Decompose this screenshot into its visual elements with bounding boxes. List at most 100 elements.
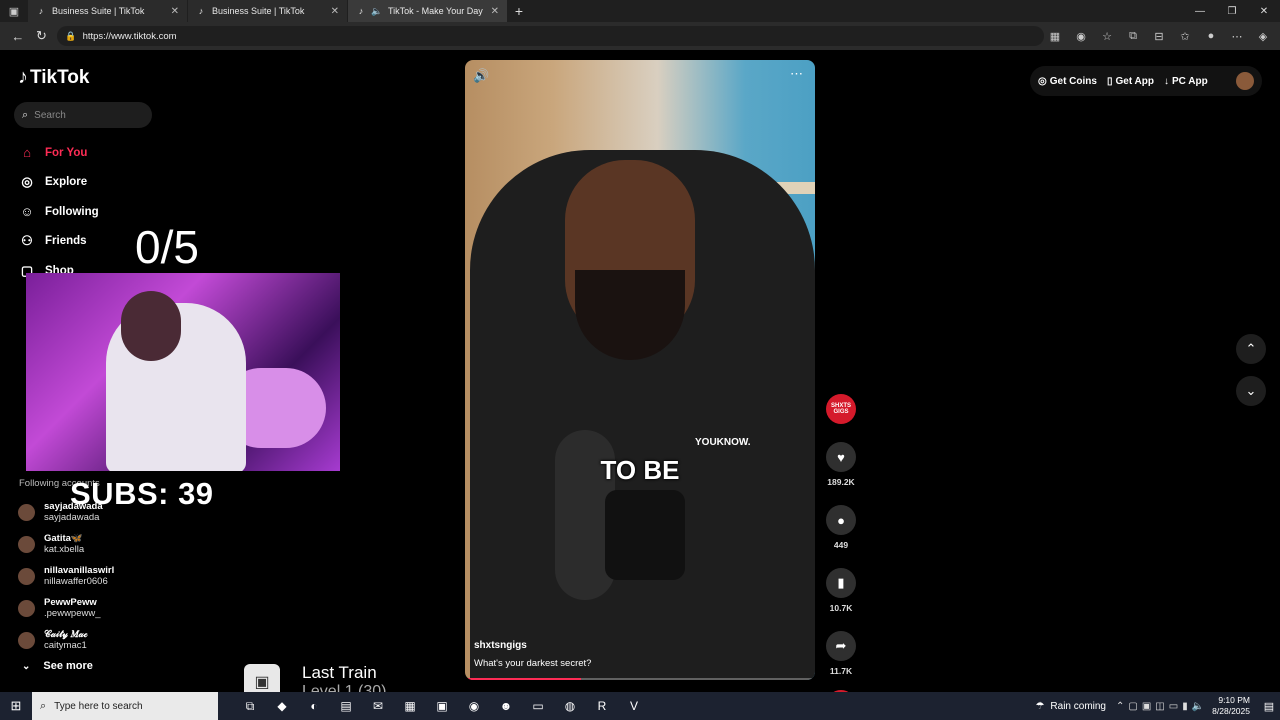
app-icon[interactable]: ◆ bbox=[270, 694, 294, 718]
sidebar-item-label: Following bbox=[45, 205, 99, 218]
get-coins-button[interactable]: ◎ Get Coins bbox=[1038, 76, 1097, 87]
search-placeholder: Search bbox=[34, 109, 66, 121]
list-item[interactable]: sayjadawada sayjadawada bbox=[18, 496, 168, 528]
video-author[interactable]: shxtsngigs bbox=[474, 640, 527, 651]
search-input[interactable]: ⌕ Search bbox=[14, 102, 152, 128]
tracking-icon[interactable]: ◉ bbox=[1070, 26, 1092, 46]
chevron-down-icon: ⌄ bbox=[22, 660, 31, 672]
back-icon[interactable]: ← bbox=[6, 24, 30, 48]
tab-tiktok-make-your-day[interactable]: ♪ 🔈 TikTok - Make Your Day ✕ bbox=[348, 0, 508, 22]
close-icon[interactable]: ✕ bbox=[331, 6, 339, 17]
outlook-icon[interactable]: ✉ bbox=[366, 694, 390, 718]
video-player[interactable]: 🔊 ⋯ YOUKNOW. TO BE shxtsngigs What's you… bbox=[465, 60, 815, 680]
more-options-icon[interactable]: ⋯ bbox=[790, 66, 803, 82]
app-icon[interactable]: R bbox=[590, 694, 614, 718]
user-follow-icon: ☺ bbox=[20, 204, 34, 220]
list-item[interactable]: 𝒞𝒶𝒾𝓉𝓎 𝑀𝒶𝒸 caitymac1 bbox=[18, 624, 168, 656]
close-window-icon[interactable]: ✕ bbox=[1248, 0, 1280, 22]
list-item[interactable]: Gatita🦋 kat.xbella bbox=[18, 528, 168, 560]
pc-app-button[interactable]: ↓ PC App bbox=[1164, 76, 1208, 87]
windows-start-icon[interactable]: ⊞ bbox=[0, 698, 32, 714]
taskbar-search-input[interactable]: ⌕ Type here to search bbox=[32, 692, 218, 720]
chevron-up-icon[interactable]: ⌃ bbox=[1116, 701, 1124, 712]
previous-video-button[interactable]: ⌃ bbox=[1236, 334, 1266, 364]
chrome-icon[interactable]: ◉ bbox=[462, 694, 486, 718]
sidebar-item-for-you[interactable]: ⌂ For You bbox=[18, 138, 158, 168]
list-item[interactable]: PewwPeww .pewwpeww_ bbox=[18, 592, 168, 624]
copilot-icon[interactable]: ◈ bbox=[1252, 26, 1274, 46]
phone-shape bbox=[605, 490, 685, 580]
favorites-icon[interactable]: ✩ bbox=[1174, 26, 1196, 46]
tab-actions-icon[interactable]: ▣ bbox=[0, 0, 28, 22]
list-item[interactable]: nillavanillaswirl nillawaffer0606 bbox=[18, 560, 168, 592]
next-video-button[interactable]: ⌄ bbox=[1236, 376, 1266, 406]
search-icon: ⌕ bbox=[40, 699, 47, 712]
tray-icon[interactable]: ▢ bbox=[1128, 701, 1137, 712]
close-icon[interactable]: ✕ bbox=[171, 6, 179, 17]
get-app-button[interactable]: ▯ Get App bbox=[1107, 76, 1154, 87]
address-bar: ← ↻ 🔒 https://www.tiktok.com ▦ ◉ ☆ ⧉ ⊟ ✩… bbox=[0, 22, 1280, 50]
see-more-button[interactable]: ⌄ See more bbox=[22, 660, 93, 672]
url-field[interactable]: 🔒 https://www.tiktok.com bbox=[57, 26, 1044, 46]
volume-icon[interactable]: 🔊 bbox=[473, 68, 489, 84]
action-rail: SHXTS GIGS ♥ 189.2K ● 449 ▮ 10.7K ➦ 11.7… bbox=[825, 394, 857, 720]
network-icon[interactable]: ▭ bbox=[1169, 701, 1178, 712]
bookmark-icon: ▮ bbox=[837, 575, 845, 590]
volume-icon[interactable]: 🔈 bbox=[1192, 701, 1204, 712]
weather-widget[interactable]: ☂ Rain coming bbox=[1035, 701, 1106, 712]
discord-icon[interactable]: ☻ bbox=[494, 694, 518, 718]
tiktok-note-icon: ♪ bbox=[18, 66, 28, 88]
spotify-icon[interactable]: ◍ bbox=[558, 694, 582, 718]
store-icon[interactable]: ▣ bbox=[430, 694, 454, 718]
save-count: 10.7K bbox=[829, 603, 853, 613]
sidebar-item-label: Explore bbox=[45, 176, 88, 189]
top-actions: ◎ Get Coins ▯ Get App ↓ PC App bbox=[1030, 66, 1262, 96]
lock-icon[interactable]: 🔒 bbox=[65, 31, 76, 42]
app-icon[interactable]: V bbox=[622, 694, 646, 718]
avatar[interactable] bbox=[1236, 72, 1254, 90]
star-icon[interactable]: ☆ bbox=[1096, 26, 1118, 46]
speaker-icon[interactable]: 🔈 bbox=[371, 6, 382, 16]
account-handle: kat.xbella bbox=[44, 544, 85, 555]
refresh-icon[interactable]: ↻ bbox=[30, 24, 54, 48]
app-icon[interactable]: ▦ bbox=[398, 694, 422, 718]
grid-icon[interactable]: ▦ bbox=[1044, 26, 1066, 46]
tiktok-favicon-icon: ♪ bbox=[358, 6, 364, 16]
split-screen-icon[interactable]: ⊟ bbox=[1148, 26, 1170, 46]
restore-icon[interactable]: ❐ bbox=[1216, 0, 1248, 22]
video-progress-bar[interactable] bbox=[465, 678, 815, 680]
battery-icon[interactable]: ▮ bbox=[1182, 701, 1188, 712]
new-tab-button[interactable]: + bbox=[508, 0, 530, 22]
sidebar-item-label: For You bbox=[45, 146, 88, 159]
tray-icon[interactable]: ◫ bbox=[1155, 701, 1164, 712]
extensions-icon[interactable]: ⧉ bbox=[1122, 26, 1144, 46]
minimize-icon[interactable]: — bbox=[1184, 0, 1216, 22]
creator-avatar[interactable]: SHXTS GIGS bbox=[826, 394, 856, 424]
comment-button[interactable]: ● bbox=[826, 505, 856, 535]
heart-icon: ♥ bbox=[837, 449, 845, 465]
clock-date: 8/28/2025 bbox=[1212, 706, 1250, 716]
file-explorer-icon[interactable]: ▤ bbox=[334, 694, 358, 718]
tab-business-suite-2[interactable]: ♪ Business Suite | TikTok ✕ bbox=[188, 0, 348, 22]
browser-toolbar-icons: ▦ ◉ ☆ ⧉ ⊟ ✩ ● ⋯ ◈ bbox=[1044, 26, 1274, 46]
tray-icon[interactable]: ▣ bbox=[1142, 701, 1151, 712]
edge-icon[interactable]: ◐ bbox=[302, 694, 326, 718]
terminal-icon[interactable]: ▭ bbox=[526, 694, 550, 718]
more-icon[interactable]: ⋯ bbox=[1226, 26, 1248, 46]
profile-icon[interactable]: ● bbox=[1200, 26, 1222, 46]
notification-icon[interactable]: ▤ bbox=[1258, 700, 1280, 713]
tiktok-logo[interactable]: ♪ TikTok bbox=[18, 66, 89, 89]
tab-business-suite-1[interactable]: ♪ Business Suite | TikTok ✕ bbox=[28, 0, 188, 22]
account-name: 𝒞𝒶𝒾𝓉𝓎 𝑀𝒶𝒸 bbox=[44, 629, 88, 640]
save-button[interactable]: ▮ bbox=[826, 568, 856, 598]
home-icon: ⌂ bbox=[23, 145, 31, 161]
see-more-label: See more bbox=[43, 660, 93, 672]
system-tray: ⌃ ▢ ▣ ◫ ▭ ▮ 🔈 bbox=[1116, 701, 1204, 712]
share-button[interactable]: ➦ bbox=[826, 631, 856, 661]
close-icon[interactable]: ✕ bbox=[491, 6, 499, 17]
taskbar-clock[interactable]: 9:10 PM 8/28/2025 bbox=[1212, 695, 1250, 717]
task-view-icon[interactable]: ⧉ bbox=[238, 694, 262, 718]
avatar bbox=[18, 567, 35, 585]
sidebar-item-explore[interactable]: ◎ Explore bbox=[18, 168, 158, 198]
like-button[interactable]: ♥ bbox=[826, 442, 856, 472]
